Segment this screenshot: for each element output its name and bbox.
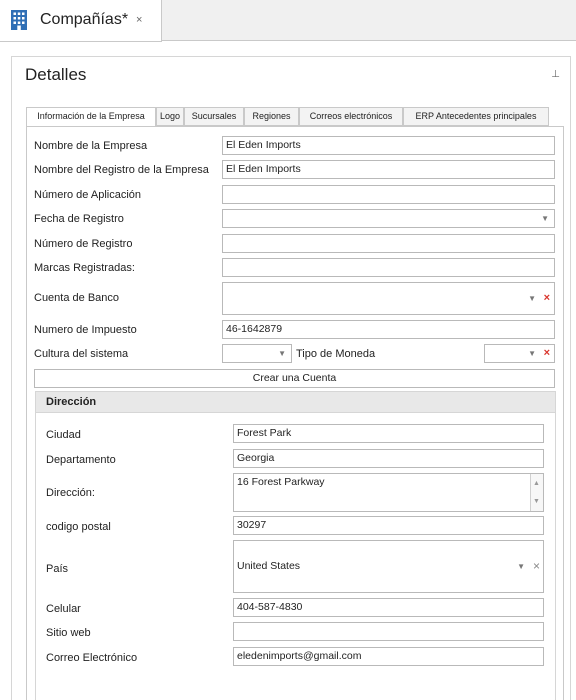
cultura-sistema-dropdown[interactable]: ▼ — [222, 344, 292, 363]
numero-aplicacion-label: Número de Aplicación — [34, 189, 142, 201]
direccion-textarea[interactable]: 16 Forest Parkway ▲ ▼ — [233, 473, 544, 512]
pais-value: United States — [237, 560, 301, 572]
pin-icon[interactable]: ⊥ — [551, 69, 560, 80]
cultura-sistema-label: Cultura del sistema — [34, 348, 129, 360]
pais-dropdown[interactable]: United States ▼ × — [233, 540, 544, 593]
tipo-moneda-label: Tipo de Moneda — [296, 348, 376, 360]
cuenta-banco-dropdown[interactable]: ▼ × — [222, 282, 555, 315]
numero-registro-label: Número de Registro — [34, 238, 133, 250]
numero-impuesto-label: Numero de Impuesto — [34, 324, 137, 336]
codigo-postal-label: codigo postal — [46, 521, 111, 533]
panel-title: Detalles — [25, 65, 87, 84]
ciudad-input[interactable]: Forest Park — [233, 424, 544, 443]
document-tab-companias[interactable]: Compañías* × — [0, 0, 162, 42]
marcas-registradas-input[interactable] — [222, 258, 555, 277]
numero-registro-input[interactable] — [222, 234, 555, 253]
departamento-input[interactable]: Georgia — [233, 449, 544, 468]
celular-input[interactable]: 404-587-4830 — [233, 598, 544, 617]
building-icon — [11, 10, 27, 30]
pais-label: País — [46, 563, 69, 575]
clear-icon[interactable]: × — [544, 345, 550, 362]
tab-correos[interactable]: Correos electrónicos — [299, 107, 403, 126]
sitio-web-input[interactable] — [233, 622, 544, 641]
tab-informacion-empresa[interactable]: Información de la Empresa — [26, 107, 156, 127]
correo-electronico-label: Correo Electrónico — [46, 652, 138, 664]
scroll-down-icon[interactable]: ▼ — [533, 494, 540, 509]
chevron-down-icon[interactable]: ▼ — [517, 541, 525, 592]
crear-cuenta-button[interactable]: Crear una Cuenta — [34, 369, 555, 388]
cuenta-banco-label: Cuenta de Banco — [34, 292, 120, 304]
direccion-group-title: Dirección — [46, 396, 97, 408]
document-tab-title: Compañías* — [40, 11, 129, 28]
sitio-web-label: Sitio web — [46, 627, 91, 639]
clear-icon[interactable]: × — [544, 283, 550, 314]
direccion-group-header: Dirección — [36, 392, 555, 413]
direccion-label: Dirección: — [46, 487, 95, 499]
correo-electronico-input[interactable]: eledenimports@gmail.com — [233, 647, 544, 666]
nombre-empresa-input[interactable]: El Eden Imports — [222, 136, 555, 155]
nombre-registro-label: Nombre del Registro de la Empresa — [34, 164, 209, 176]
departamento-label: Departamento — [46, 454, 116, 466]
fecha-registro-label: Fecha de Registro — [34, 213, 124, 225]
tab-erp-antecedentes[interactable]: ERP Antecedentes principales — [403, 107, 549, 126]
chevron-down-icon[interactable]: ▼ — [541, 210, 549, 227]
close-icon[interactable]: × — [136, 14, 142, 26]
codigo-postal-input[interactable]: 30297 — [233, 516, 544, 535]
nombre-empresa-label: Nombre de la Empresa — [34, 140, 148, 152]
direccion-value: 16 Forest Parkway — [237, 476, 325, 488]
clear-icon[interactable]: × — [533, 541, 540, 592]
tab-sucursales[interactable]: Sucursales — [184, 107, 244, 126]
direccion-scrollbar[interactable]: ▲ ▼ — [530, 474, 543, 511]
numero-impuesto-input[interactable]: 46-1642879 — [222, 320, 555, 339]
ciudad-label: Ciudad — [46, 429, 81, 441]
celular-label: Celular — [46, 603, 81, 615]
tipo-moneda-dropdown[interactable]: ▼ × — [484, 344, 555, 363]
tab-regiones[interactable]: Regiones — [244, 107, 299, 126]
tab-logo[interactable]: Logo — [156, 107, 184, 126]
fecha-registro-dropdown[interactable]: ▼ — [222, 209, 555, 228]
chevron-down-icon[interactable]: ▼ — [528, 345, 536, 362]
scroll-up-icon[interactable]: ▲ — [533, 476, 540, 491]
numero-aplicacion-input[interactable] — [222, 185, 555, 204]
nombre-registro-input[interactable]: El Eden Imports — [222, 160, 555, 179]
marcas-registradas-label: Marcas Registradas: — [34, 262, 135, 274]
chevron-down-icon[interactable]: ▼ — [528, 283, 536, 314]
document-tab-strip: Compañías* × — [0, 0, 576, 42]
chevron-down-icon[interactable]: ▼ — [278, 345, 286, 362]
